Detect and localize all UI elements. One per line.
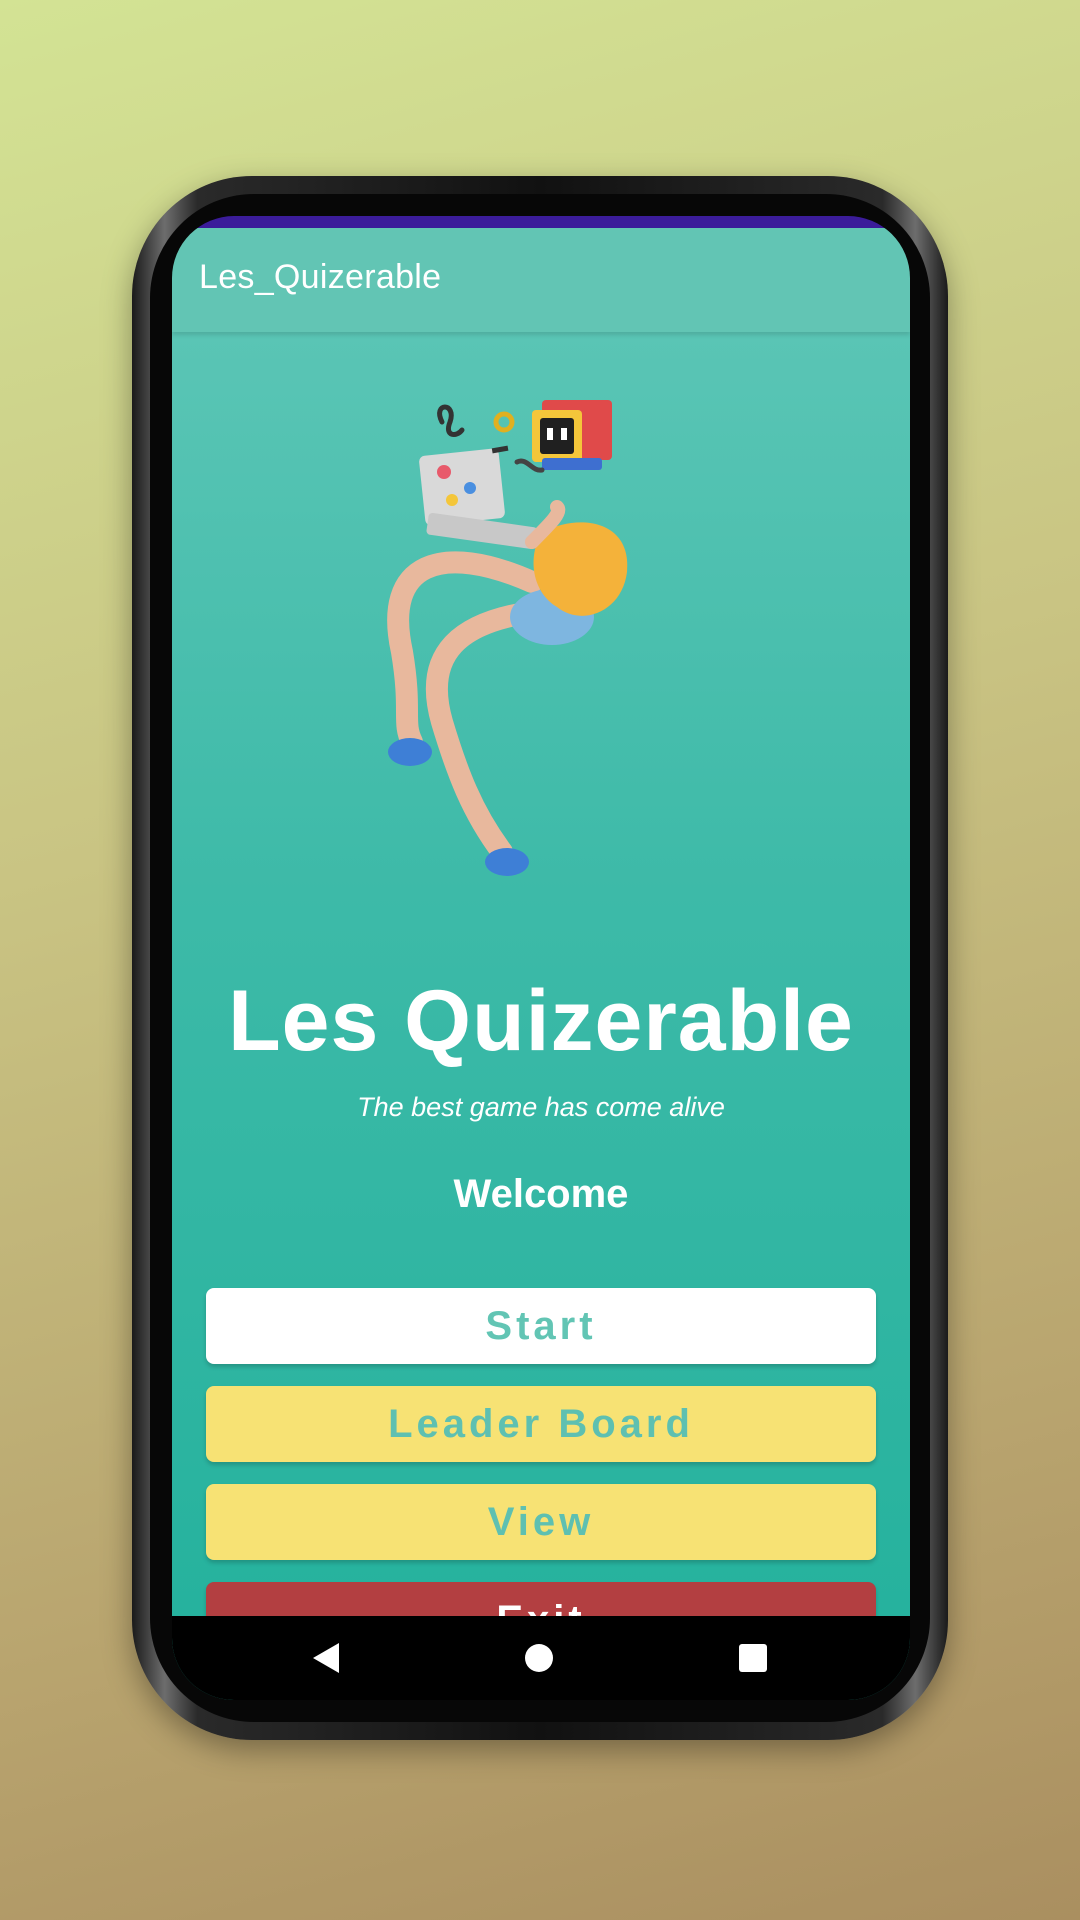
home-circle-icon (525, 1644, 553, 1672)
back-triangle-icon (313, 1643, 339, 1673)
start-button[interactable]: Start (206, 1288, 876, 1364)
game-title: Les Quizerable (228, 973, 854, 1069)
app-bar: Les_Quizerable (172, 228, 910, 332)
status-bar (172, 216, 910, 228)
main-content: Les Quizerable The best game has come al… (172, 332, 910, 1700)
app-bar-title: Les_Quizerable (199, 258, 442, 296)
character-illustration (387, 400, 628, 876)
recent-apps-button[interactable] (723, 1632, 783, 1684)
view-button[interactable]: View (206, 1484, 876, 1560)
welcome-text: Welcome (453, 1172, 629, 1216)
back-button[interactable] (296, 1632, 356, 1684)
leader-board-button[interactable]: Leader Board (206, 1386, 876, 1462)
recent-square-icon (739, 1644, 767, 1672)
game-subtitle: The best game has come alive (357, 1092, 725, 1122)
navigation-bar (172, 1616, 910, 1700)
phone-screen: Les_Quizerable Les Quizerable The best g… (172, 216, 910, 1700)
home-button[interactable] (509, 1632, 569, 1684)
